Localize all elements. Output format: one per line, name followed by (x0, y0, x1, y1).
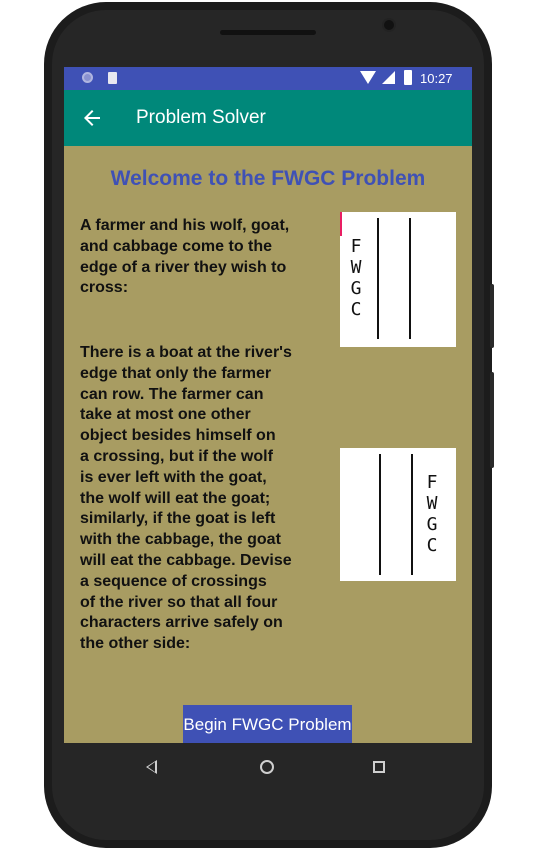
welcome-heading: Welcome to the FWGC Problem (110, 167, 426, 190)
river-right-bank-line (411, 454, 413, 575)
goat-letter: G (426, 514, 438, 535)
intro-paragraph: A farmer and his wolf, goat, and cabbage… (80, 217, 290, 297)
text-cursor (340, 212, 342, 236)
notification-circle-icon (82, 72, 93, 83)
river-left-bank-line (377, 218, 379, 339)
river-left-bank-line (379, 454, 381, 575)
start-state-board: F W G C (340, 212, 456, 347)
cabbage-letter: C (350, 299, 362, 320)
status-time: 10:27 (420, 71, 453, 86)
earpiece-speaker (220, 30, 316, 35)
front-camera (384, 20, 394, 30)
rules-paragraph: There is a boat at the river's edge that… (80, 344, 292, 653)
wifi-icon (360, 71, 376, 84)
goat-letter: G (350, 278, 362, 299)
goal-state-board: F W G C (340, 448, 456, 581)
arrow-left-icon[interactable] (80, 106, 104, 130)
toolbar-title: Problem Solver (136, 107, 266, 128)
nav-home-icon[interactable] (260, 760, 274, 774)
sd-card-icon (108, 72, 117, 84)
farmer-letter: F (350, 236, 362, 257)
nav-recents-icon[interactable] (373, 761, 385, 773)
signal-icon (382, 71, 395, 84)
power-button (490, 284, 494, 348)
status-bar: 10:27 (64, 67, 472, 90)
wolf-letter: W (426, 493, 438, 514)
navigation-bar (64, 743, 472, 791)
main-content: Welcome to the FWGC Problem A farmer and… (64, 146, 472, 743)
battery-icon (404, 70, 412, 85)
cabbage-letter: C (426, 535, 438, 556)
app-toolbar: Problem Solver (64, 90, 472, 146)
nav-back-icon[interactable] (146, 760, 157, 774)
volume-button (490, 372, 494, 468)
farmer-letter: F (426, 472, 438, 493)
wolf-letter: W (350, 257, 362, 278)
begin-problem-button[interactable]: Begin FWGC Problem (183, 705, 352, 743)
river-right-bank-line (409, 218, 411, 339)
screen: 10:27 Problem Solver Welcome to the FWGC… (64, 67, 472, 743)
